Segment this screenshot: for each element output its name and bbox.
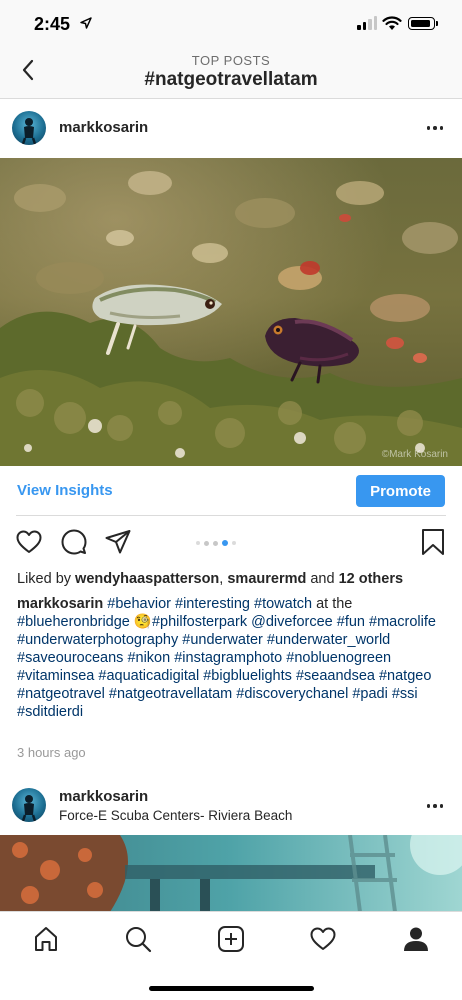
post-photo[interactable]: ©Mark Kosarin — [0, 158, 462, 466]
carousel-indicator — [196, 540, 236, 546]
hashtag[interactable]: #behavior — [107, 596, 171, 612]
add-icon — [218, 926, 244, 952]
hashtag[interactable]: #sditdierdi — [17, 704, 83, 720]
page-title: #natgeotravellatam — [144, 69, 318, 90]
comment-icon[interactable] — [60, 528, 88, 556]
hashtag[interactable]: #blueheronbridge — [17, 614, 130, 630]
likes-prefix: Liked by — [17, 571, 76, 587]
top-header: TOP POSTS #natgeotravellatam — [0, 48, 462, 99]
likes-summary: Liked by wendyhaaspatterson, smaurermd a… — [17, 570, 453, 588]
hashtag[interactable]: #nikon — [127, 650, 170, 666]
post2-header: markkosarin Force-E Scuba Centers- Rivie… — [0, 778, 462, 834]
hashtag[interactable]: #natgeotravellatam — [109, 686, 232, 702]
post2-photo[interactable] — [0, 835, 462, 912]
view-insights-link[interactable]: View Insights — [17, 482, 113, 499]
caption-username[interactable]: markkosarin — [17, 596, 103, 612]
hashtag[interactable]: #natgeo — [379, 668, 431, 684]
post2-location[interactable]: Force-E Scuba Centers- Riviera Beach — [59, 808, 292, 823]
carousel-dot — [232, 541, 236, 545]
hashtag[interactable]: #underwater_world — [267, 632, 390, 648]
post2-options-button[interactable] — [422, 794, 448, 818]
bookmark-icon[interactable] — [420, 528, 446, 556]
hashtag[interactable]: #saveouroceans — [17, 650, 123, 666]
bottom-nav — [0, 911, 462, 1000]
hashtag[interactable]: #philfosterpark — [152, 614, 247, 630]
heart-icon[interactable] — [15, 528, 43, 556]
hashtag[interactable]: #underwater — [182, 632, 263, 648]
post-caption: markkosarin #behavior #interesting #towa… — [17, 595, 453, 721]
hashtag[interactable]: #interesting — [175, 596, 250, 612]
carousel-dot-active — [222, 540, 228, 546]
post-options-button[interactable] — [422, 116, 448, 140]
activity-heart-icon — [310, 927, 336, 950]
likes-others-link[interactable]: 12 others — [339, 571, 403, 587]
post2-username[interactable]: markkosarin — [59, 788, 148, 805]
nav-profile[interactable] — [399, 922, 433, 956]
header-subtitle: TOP POSTS — [191, 53, 271, 68]
nav-home[interactable] — [29, 922, 63, 956]
likes-and: and — [306, 571, 339, 587]
hashtag[interactable]: #underwaterphotography — [17, 632, 178, 648]
nav-new-post[interactable] — [214, 922, 248, 956]
hashtag[interactable]: #aquaticadigital — [98, 668, 199, 684]
hashtag[interactable]: #ssi — [392, 686, 418, 702]
hashtag[interactable]: #natgeotravel — [17, 686, 105, 702]
liker-user-2[interactable]: smaurermd — [227, 571, 306, 587]
hashtag[interactable]: #macrolife — [369, 614, 436, 630]
home-icon — [35, 927, 57, 951]
emoji: 🧐 — [133, 614, 152, 630]
promote-button[interactable]: Promote — [356, 475, 445, 507]
liker-user-1[interactable]: wendyhaaspatterson — [75, 571, 219, 587]
diver-avatar-icon — [21, 118, 37, 145]
search-icon — [126, 927, 152, 953]
carousel-dot — [196, 541, 200, 545]
post-header: markkosarin — [0, 100, 462, 158]
carousel-dot — [213, 540, 218, 546]
status-bar: 2:45 — [0, 0, 462, 48]
underwater-pier-photo — [0, 835, 462, 912]
hashtag[interactable]: #nobluenogreen — [286, 650, 391, 666]
profile-icon — [404, 927, 428, 951]
hashtag[interactable]: #bigbluelights — [203, 668, 292, 684]
caption-text: at the — [312, 596, 353, 612]
diver-avatar-icon — [21, 795, 37, 822]
carousel-dot — [204, 540, 209, 546]
send-icon[interactable] — [104, 528, 132, 556]
post-timestamp: 3 hours ago — [17, 745, 86, 760]
hashtag[interactable]: #seaandsea — [296, 668, 375, 684]
post-actions — [0, 524, 462, 564]
hashtag[interactable]: #fun — [337, 614, 365, 630]
underwater-fish-photo — [0, 158, 462, 466]
location-arrow-icon — [80, 17, 92, 29]
divider — [16, 515, 446, 516]
battery-icon — [408, 17, 438, 30]
home-indicator[interactable] — [149, 986, 314, 991]
post-username[interactable]: markkosarin — [59, 119, 148, 136]
nav-search[interactable] — [121, 922, 155, 956]
hashtag[interactable]: #instagramphoto — [174, 650, 282, 666]
insights-row: View Insights Promote — [0, 466, 462, 516]
wifi-icon — [382, 16, 402, 30]
cellular-signal-icon — [357, 16, 377, 30]
status-time: 2:45 — [34, 14, 71, 34]
avatar[interactable] — [12, 788, 46, 822]
hashtag[interactable]: #discoverychanel — [236, 686, 348, 702]
hashtag[interactable]: #vitaminsea — [17, 668, 94, 684]
photo-credit: ©Mark Kosarin — [381, 449, 448, 460]
mention[interactable]: @diveforcee — [251, 614, 333, 630]
avatar[interactable] — [12, 111, 46, 145]
hashtag[interactable]: #towatch — [254, 596, 312, 612]
hashtag[interactable]: #padi — [352, 686, 387, 702]
nav-activity[interactable] — [306, 922, 340, 956]
